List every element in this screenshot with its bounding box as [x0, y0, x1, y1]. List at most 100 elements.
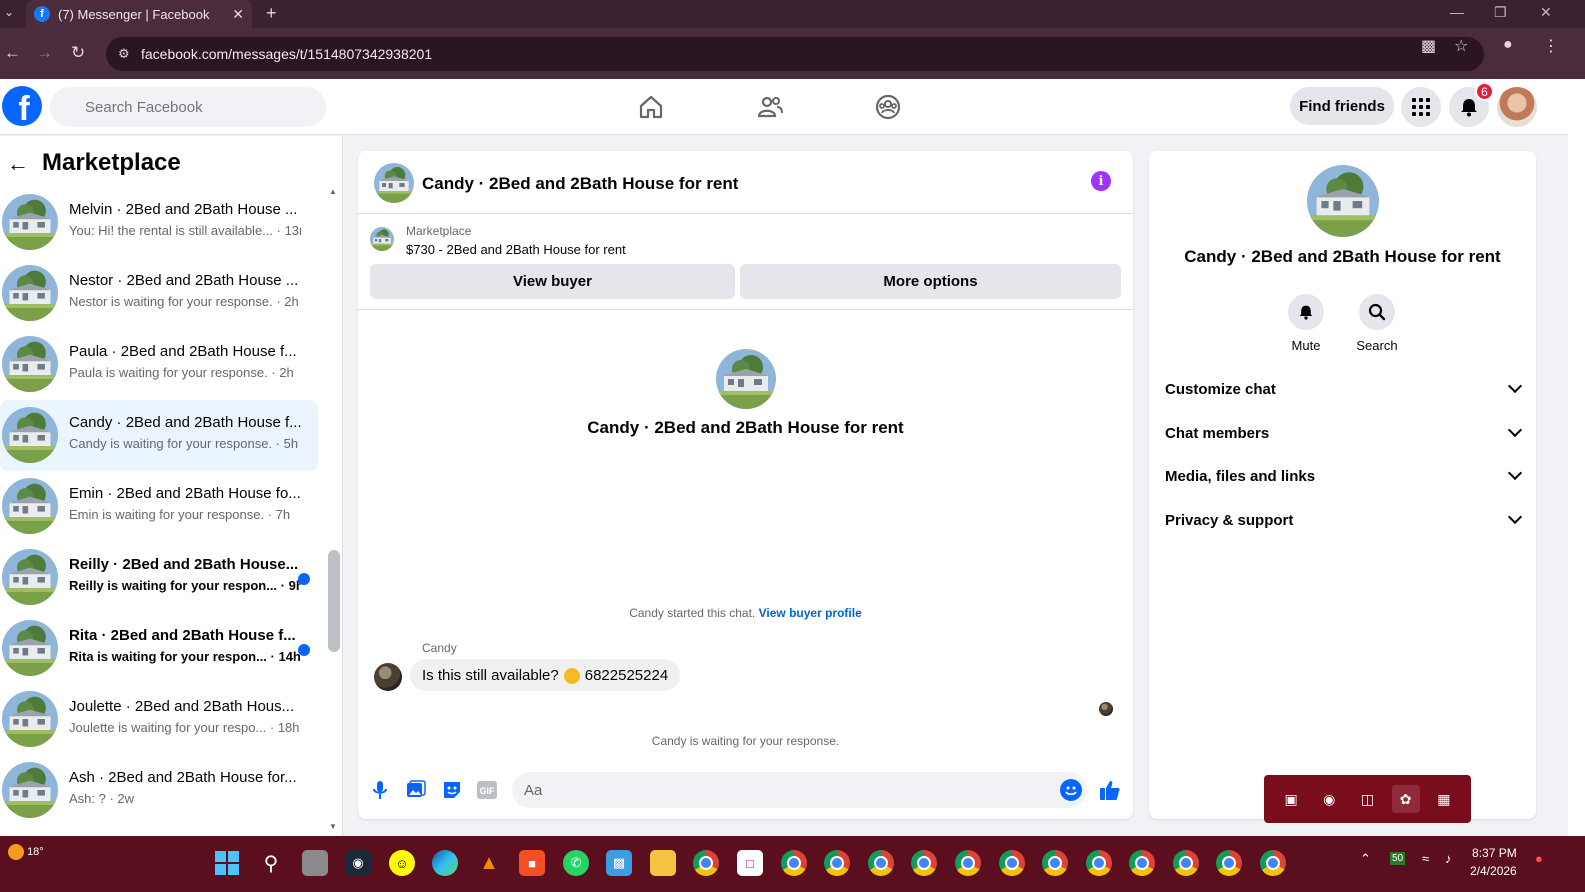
more-options-button[interactable]: More options [740, 264, 1121, 299]
scroll-up-icon[interactable]: ▲ [329, 187, 337, 196]
feather-tray-icon[interactable]: ✿ [1391, 785, 1420, 813]
emoji-icon[interactable] [1060, 779, 1082, 801]
chrome-icon[interactable] [1086, 850, 1112, 876]
steam-tray-icon[interactable]: ◉ [1315, 785, 1343, 813]
chrome-profile-app-icon[interactable]: □ [737, 850, 763, 876]
install-app-icon[interactable]: ▩ [1421, 36, 1436, 56]
magnifier-icon [1359, 294, 1395, 330]
conversation-item[interactable]: Emin · 2Bed and 2Bath House fo... Emin is… [0, 471, 318, 542]
scroll-down-icon[interactable]: ▼ [329, 822, 337, 831]
find-friends-button[interactable]: Find friends [1290, 87, 1394, 125]
chrome-icon[interactable] [1216, 850, 1242, 876]
account-avatar[interactable] [1497, 87, 1537, 127]
snapchat-icon[interactable]: ☺ [389, 850, 415, 876]
photo-attach-icon[interactable] [405, 779, 427, 801]
new-tab-icon[interactable]: + [266, 3, 277, 24]
chrome-icon[interactable] [1042, 850, 1068, 876]
listing-thumbnail[interactable] [374, 163, 414, 203]
store-icon[interactable]: ■ [519, 850, 545, 876]
chrome-icon[interactable] [955, 850, 981, 876]
facebook-logo-icon[interactable]: f [2, 86, 42, 126]
audio-meter-tray-icon[interactable]: ▦ [1430, 785, 1458, 813]
volume-icon[interactable]: ♪ [1445, 851, 1452, 866]
forward-icon[interactable]: → [36, 43, 53, 63]
restore-icon[interactable]: ❐ [1494, 4, 1507, 21]
chrome-icon[interactable] [781, 850, 807, 876]
conversation-item[interactable]: Ash · 2Bed and 2Bath House for... Ash: ? … [0, 755, 318, 826]
window-close-icon[interactable]: ✕ [1540, 4, 1552, 21]
weather-widget[interactable]: 18° [8, 844, 44, 860]
microphone-icon[interactable] [369, 779, 391, 801]
browser-menu-icon[interactable]: ⋮ [1543, 36, 1559, 56]
windows-start-icon[interactable] [214, 850, 240, 876]
message-input[interactable] [512, 772, 1087, 808]
chat-title[interactable]: Candy · 2Bed and 2Bath House for rent [422, 174, 738, 194]
sticker-icon[interactable] [441, 779, 463, 801]
thumbs-up-icon[interactable] [1099, 779, 1121, 801]
facebook-search-input[interactable] [50, 87, 326, 127]
info-icon[interactable]: i [1091, 171, 1111, 191]
profile-icon[interactable]: ● [1503, 36, 1513, 54]
search-in-chat-button[interactable]: Search [1347, 294, 1407, 353]
remote-desktop-icon[interactable]: ▩ [606, 850, 632, 876]
task-view-icon[interactable] [302, 850, 328, 876]
tab-search-icon[interactable]: ⌄ [4, 5, 14, 19]
media-files-links-section[interactable]: Media, files and links [1165, 456, 1523, 496]
mute-button[interactable]: Mute [1276, 294, 1336, 353]
tray-app-icon[interactable]: ▣ [1277, 785, 1305, 813]
view-buyer-button[interactable]: View buyer [370, 264, 735, 299]
wifi-icon[interactable]: ≈ [1422, 851, 1429, 866]
conversation-item[interactable]: Melvin · 2Bed and 2Bath House ... You: Hi… [0, 187, 318, 258]
listing-price-title[interactable]: $730 - 2Bed and 2Bath House for rent [406, 242, 626, 257]
site-info-icon[interactable]: ⚙ [118, 46, 130, 62]
taskbar-clock[interactable]: 8:37 PM 2/4/2026 [1470, 844, 1517, 880]
home-icon[interactable] [637, 93, 665, 121]
sender-avatar[interactable] [374, 663, 402, 691]
details-thumbnail [1307, 165, 1379, 237]
menu-grid-icon[interactable] [1401, 87, 1441, 127]
chrome-icon[interactable] [824, 850, 850, 876]
back-arrow-icon[interactable]: ← [7, 151, 29, 177]
conversation-item[interactable]: Joulette · 2Bed and 2Bath Hous... Joulett… [0, 684, 318, 755]
minimize-icon[interactable]: — [1450, 4, 1464, 20]
chrome-icon[interactable] [868, 850, 894, 876]
privacy-support-section[interactable]: Privacy & support [1165, 500, 1523, 540]
conversation-item[interactable]: Candy · 2Bed and 2Bath House f... Candy i… [0, 400, 318, 471]
gif-icon[interactable]: GIF [476, 779, 498, 801]
conversation-item[interactable]: Nestor · 2Bed and 2Bath House ... Nestor … [0, 258, 318, 329]
vlc-icon[interactable]: ▲ [476, 850, 502, 876]
edge-icon[interactable] [432, 850, 458, 876]
page-scrollbar[interactable] [1568, 79, 1585, 836]
steam-icon[interactable]: ◉ [345, 850, 371, 876]
shield-tray-icon[interactable]: ◫ [1353, 785, 1381, 813]
conversation-item[interactable]: Paula · 2Bed and 2Bath House f... Paula i… [0, 329, 318, 400]
chrome-icon[interactable] [1260, 850, 1286, 876]
bookmark-star-icon[interactable]: ☆ [1454, 36, 1468, 56]
chrome-icon[interactable] [911, 850, 937, 876]
sidebar-scrollbar[interactable] [328, 550, 340, 652]
message-bubble[interactable]: Is this still available? 6822525224 [410, 659, 681, 691]
chrome-icon[interactable] [1173, 850, 1199, 876]
friends-icon[interactable] [756, 93, 784, 121]
notification-bell-icon[interactable]: ● [1535, 851, 1543, 866]
chat-members-section[interactable]: Chat members [1165, 413, 1523, 453]
browser-tab[interactable]: f (7) Messenger | Facebook ✕ [26, 0, 252, 28]
chrome-icon[interactable] [1129, 850, 1155, 876]
battery-indicator[interactable]: 50 [1390, 852, 1406, 865]
tab-close-icon[interactable]: ✕ [232, 6, 244, 23]
view-buyer-profile-link[interactable]: View buyer profile [759, 606, 862, 620]
chrome-icon[interactable] [693, 850, 719, 876]
customize-chat-section[interactable]: Customize chat [1165, 369, 1523, 409]
conversation-item[interactable]: Rita · 2Bed and 2Bath House f... Rita is … [0, 613, 318, 684]
chrome-icon[interactable] [999, 850, 1025, 876]
conversation-item[interactable]: Reilly · 2Bed and 2Bath House... Reilly i… [0, 542, 318, 613]
reload-icon[interactable]: ↻ [71, 43, 85, 63]
groups-icon[interactable] [874, 93, 902, 121]
windows-taskbar: 18° ⚲ ◉ ☺ ▲ ■ ✆ ▩ □ ⌃ 50 ≈ ♪ 8:37 PM 2/4… [0, 836, 1585, 892]
taskbar-search-icon[interactable]: ⚲ [258, 850, 284, 876]
address-bar[interactable]: ⚙ facebook.com/messages/t/15148073429382… [106, 37, 1484, 71]
whatsapp-icon[interactable]: ✆ [563, 850, 589, 876]
back-icon[interactable]: ← [4, 43, 21, 63]
tray-overflow-chevron-icon[interactable]: ⌃ [1360, 851, 1371, 867]
file-explorer-icon[interactable] [650, 850, 676, 876]
